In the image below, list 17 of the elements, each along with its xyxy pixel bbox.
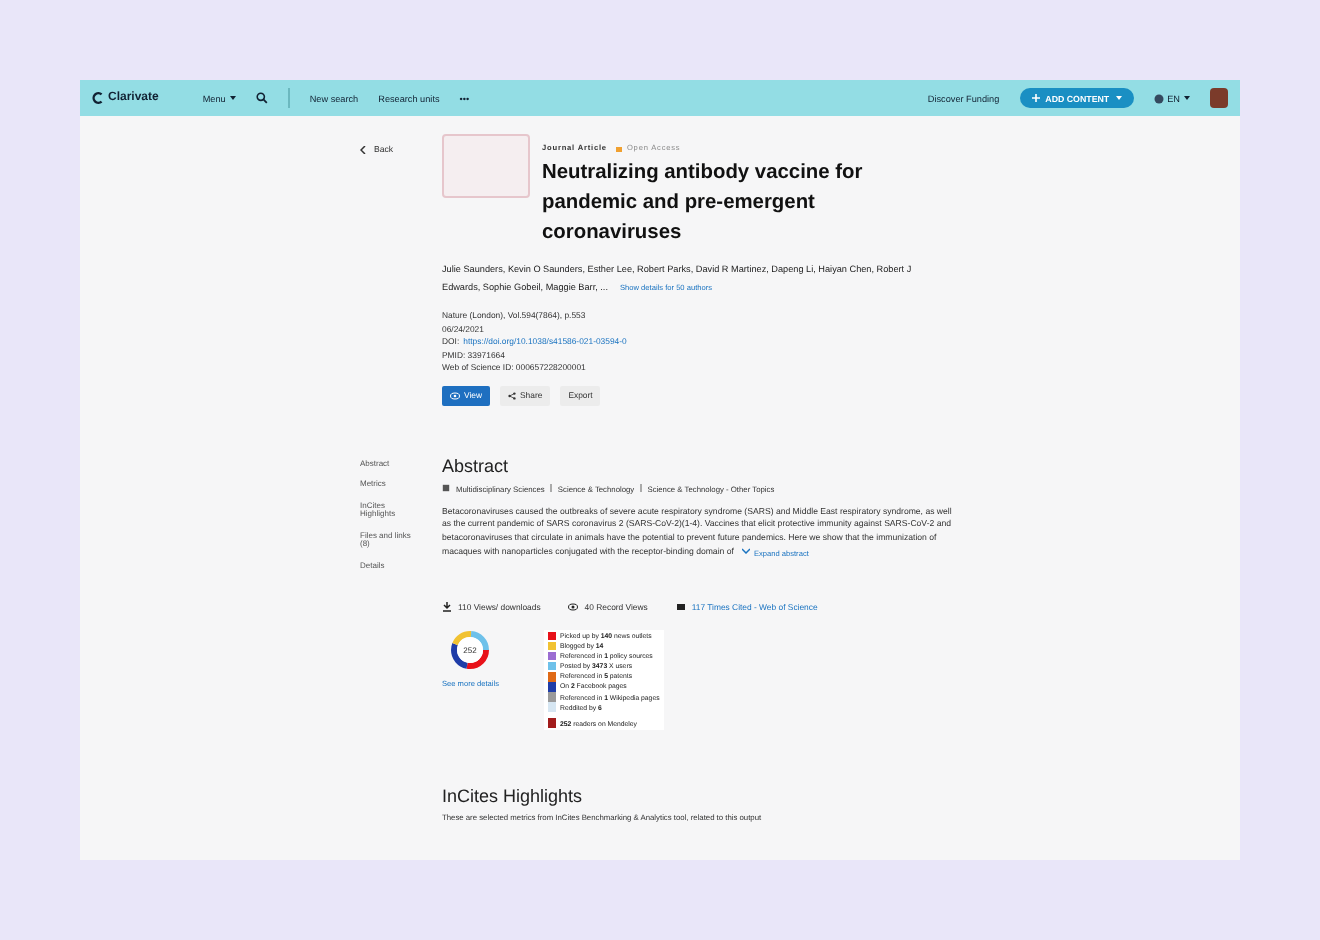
incites-heading: InCites Highlights — [442, 785, 585, 806]
share-icon — [508, 391, 517, 399]
eye-icon — [450, 391, 460, 399]
chevron-down-icon — [741, 547, 750, 554]
caret-icon — [1115, 96, 1122, 100]
search-icon — [255, 92, 268, 104]
logo-icon — [92, 92, 104, 104]
download-icon — [442, 601, 452, 612]
article-thumbnail — [442, 134, 530, 198]
eye-icon — [568, 601, 579, 612]
abstract-heading: Abstract — [442, 455, 511, 475]
caret-icon — [1184, 96, 1190, 100]
avatar[interactable] — [1210, 88, 1228, 108]
chevron-left-icon — [360, 145, 366, 153]
article-title: Neutralizing antibody vaccine for pandemic and pre-emergent coronaviruses — [542, 160, 865, 248]
caret-icon — [229, 96, 236, 100]
plus-icon — [1031, 94, 1040, 102]
